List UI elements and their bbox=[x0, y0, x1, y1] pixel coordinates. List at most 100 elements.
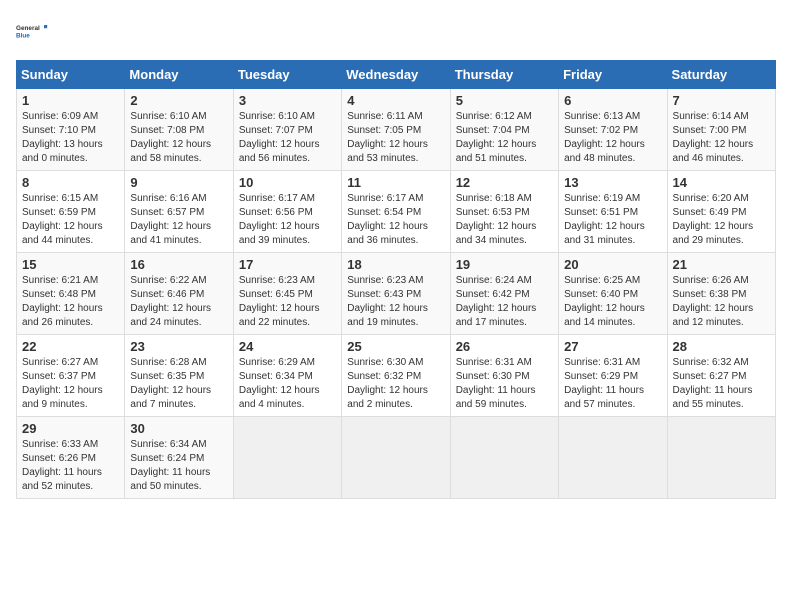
day-number: 10 bbox=[239, 175, 336, 190]
day-number: 3 bbox=[239, 93, 336, 108]
day-info: Sunrise: 6:11 AM Sunset: 7:05 PM Dayligh… bbox=[347, 110, 444, 166]
day-number: 29 bbox=[22, 421, 119, 436]
calendar-cell bbox=[559, 417, 667, 499]
day-number: 8 bbox=[22, 175, 119, 190]
day-number: 30 bbox=[130, 421, 227, 436]
day-number: 13 bbox=[564, 175, 661, 190]
day-info: Sunrise: 6:34 AM Sunset: 6:24 PM Dayligh… bbox=[130, 438, 227, 494]
col-header-thursday: Thursday bbox=[450, 61, 558, 89]
day-number: 22 bbox=[22, 339, 119, 354]
day-info: Sunrise: 6:27 AM Sunset: 6:37 PM Dayligh… bbox=[22, 356, 119, 412]
calendar-cell bbox=[233, 417, 341, 499]
day-number: 27 bbox=[564, 339, 661, 354]
day-info: Sunrise: 6:12 AM Sunset: 7:04 PM Dayligh… bbox=[456, 110, 553, 166]
calendar-cell: 21 Sunrise: 6:26 AM Sunset: 6:38 PM Dayli… bbox=[667, 253, 775, 335]
day-number: 15 bbox=[22, 257, 119, 272]
day-info: Sunrise: 6:23 AM Sunset: 6:43 PM Dayligh… bbox=[347, 274, 444, 330]
day-info: Sunrise: 6:32 AM Sunset: 6:27 PM Dayligh… bbox=[673, 356, 770, 412]
col-header-friday: Friday bbox=[559, 61, 667, 89]
day-info: Sunrise: 6:29 AM Sunset: 6:34 PM Dayligh… bbox=[239, 356, 336, 412]
calendar-cell: 5 Sunrise: 6:12 AM Sunset: 7:04 PM Daylig… bbox=[450, 89, 558, 171]
day-number: 5 bbox=[456, 93, 553, 108]
day-info: Sunrise: 6:23 AM Sunset: 6:45 PM Dayligh… bbox=[239, 274, 336, 330]
day-number: 11 bbox=[347, 175, 444, 190]
day-info: Sunrise: 6:17 AM Sunset: 6:56 PM Dayligh… bbox=[239, 192, 336, 248]
day-number: 17 bbox=[239, 257, 336, 272]
day-number: 1 bbox=[22, 93, 119, 108]
day-info: Sunrise: 6:16 AM Sunset: 6:57 PM Dayligh… bbox=[130, 192, 227, 248]
day-number: 25 bbox=[347, 339, 444, 354]
day-info: Sunrise: 6:25 AM Sunset: 6:40 PM Dayligh… bbox=[564, 274, 661, 330]
calendar-cell: 1 Sunrise: 6:09 AM Sunset: 7:10 PM Daylig… bbox=[17, 89, 125, 171]
calendar-cell: 15 Sunrise: 6:21 AM Sunset: 6:48 PM Dayli… bbox=[17, 253, 125, 335]
svg-text:General: General bbox=[16, 25, 40, 32]
col-header-saturday: Saturday bbox=[667, 61, 775, 89]
day-number: 24 bbox=[239, 339, 336, 354]
day-info: Sunrise: 6:20 AM Sunset: 6:49 PM Dayligh… bbox=[673, 192, 770, 248]
calendar-cell: 27 Sunrise: 6:31 AM Sunset: 6:29 PM Dayli… bbox=[559, 335, 667, 417]
day-number: 18 bbox=[347, 257, 444, 272]
calendar-cell: 30 Sunrise: 6:34 AM Sunset: 6:24 PM Dayli… bbox=[125, 417, 233, 499]
calendar-cell: 2Sunrise: 6:10 AM Sunset: 7:08 PM Daylig… bbox=[125, 89, 233, 171]
calendar-cell: 23 Sunrise: 6:28 AM Sunset: 6:35 PM Dayli… bbox=[125, 335, 233, 417]
col-header-wednesday: Wednesday bbox=[342, 61, 450, 89]
calendar-cell: 11 Sunrise: 6:17 AM Sunset: 6:54 PM Dayli… bbox=[342, 171, 450, 253]
svg-text:Blue: Blue bbox=[16, 32, 30, 39]
day-number: 7 bbox=[673, 93, 770, 108]
day-info: Sunrise: 6:09 AM Sunset: 7:10 PM Dayligh… bbox=[22, 110, 119, 166]
calendar-cell: 28 Sunrise: 6:32 AM Sunset: 6:27 PM Dayli… bbox=[667, 335, 775, 417]
day-info: Sunrise: 6:28 AM Sunset: 6:35 PM Dayligh… bbox=[130, 356, 227, 412]
calendar-cell: 25Sunrise: 6:30 AM Sunset: 6:32 PM Dayli… bbox=[342, 335, 450, 417]
calendar-cell: 24 Sunrise: 6:29 AM Sunset: 6:34 PM Dayli… bbox=[233, 335, 341, 417]
day-info: Sunrise: 6:26 AM Sunset: 6:38 PM Dayligh… bbox=[673, 274, 770, 330]
calendar-cell: 18 Sunrise: 6:23 AM Sunset: 6:43 PM Dayli… bbox=[342, 253, 450, 335]
day-info: Sunrise: 6:33 AM Sunset: 6:26 PM Dayligh… bbox=[22, 438, 119, 494]
day-number: 12 bbox=[456, 175, 553, 190]
day-number: 16 bbox=[130, 257, 227, 272]
calendar-cell: 29 Sunrise: 6:33 AM Sunset: 6:26 PM Dayli… bbox=[17, 417, 125, 499]
calendar-cell: 9 Sunrise: 6:16 AM Sunset: 6:57 PM Daylig… bbox=[125, 171, 233, 253]
day-info: Sunrise: 6:14 AM Sunset: 7:00 PM Dayligh… bbox=[673, 110, 770, 166]
calendar-cell bbox=[342, 417, 450, 499]
col-header-tuesday: Tuesday bbox=[233, 61, 341, 89]
day-info: Sunrise: 6:13 AM Sunset: 7:02 PM Dayligh… bbox=[564, 110, 661, 166]
day-info: Sunrise: 6:19 AM Sunset: 6:51 PM Dayligh… bbox=[564, 192, 661, 248]
calendar-cell: 3 Sunrise: 6:10 AM Sunset: 7:07 PM Daylig… bbox=[233, 89, 341, 171]
day-info: Sunrise: 6:18 AM Sunset: 6:53 PM Dayligh… bbox=[456, 192, 553, 248]
day-number: 21 bbox=[673, 257, 770, 272]
day-number: 6 bbox=[564, 93, 661, 108]
calendar-cell: 8 Sunrise: 6:15 AM Sunset: 6:59 PM Daylig… bbox=[17, 171, 125, 253]
calendar-cell: 6 Sunrise: 6:13 AM Sunset: 7:02 PM Daylig… bbox=[559, 89, 667, 171]
day-number: 20 bbox=[564, 257, 661, 272]
calendar-cell: 19 Sunrise: 6:24 AM Sunset: 6:42 PM Dayli… bbox=[450, 253, 558, 335]
col-header-sunday: Sunday bbox=[17, 61, 125, 89]
day-number: 9 bbox=[130, 175, 227, 190]
calendar-cell bbox=[450, 417, 558, 499]
day-info: Sunrise: 6:15 AM Sunset: 6:59 PM Dayligh… bbox=[22, 192, 119, 248]
calendar-cell: 20 Sunrise: 6:25 AM Sunset: 6:40 PM Dayli… bbox=[559, 253, 667, 335]
calendar-cell: 17 Sunrise: 6:23 AM Sunset: 6:45 PM Dayli… bbox=[233, 253, 341, 335]
day-info: Sunrise: 6:31 AM Sunset: 6:30 PM Dayligh… bbox=[456, 356, 553, 412]
calendar-cell: 26 Sunrise: 6:31 AM Sunset: 6:30 PM Dayli… bbox=[450, 335, 558, 417]
calendar-table: SundayMondayTuesdayWednesdayThursdayFrid… bbox=[16, 60, 776, 499]
day-info: Sunrise: 6:17 AM Sunset: 6:54 PM Dayligh… bbox=[347, 192, 444, 248]
calendar-cell: 13 Sunrise: 6:19 AM Sunset: 6:51 PM Dayli… bbox=[559, 171, 667, 253]
day-number: 23 bbox=[130, 339, 227, 354]
calendar-cell bbox=[667, 417, 775, 499]
day-info: Sunrise: 6:24 AM Sunset: 6:42 PM Dayligh… bbox=[456, 274, 553, 330]
day-info: Sunrise: 6:31 AM Sunset: 6:29 PM Dayligh… bbox=[564, 356, 661, 412]
col-header-monday: Monday bbox=[125, 61, 233, 89]
day-info: Sunrise: 6:10 AM Sunset: 7:07 PM Dayligh… bbox=[239, 110, 336, 166]
day-number: 26 bbox=[456, 339, 553, 354]
logo: General Blue bbox=[16, 16, 48, 48]
day-number: 19 bbox=[456, 257, 553, 272]
calendar-cell: 10 Sunrise: 6:17 AM Sunset: 6:56 PM Dayli… bbox=[233, 171, 341, 253]
calendar-cell: 4 Sunrise: 6:11 AM Sunset: 7:05 PM Daylig… bbox=[342, 89, 450, 171]
day-number: 4 bbox=[347, 93, 444, 108]
day-number: 28 bbox=[673, 339, 770, 354]
page-header: General Blue bbox=[16, 16, 776, 48]
calendar-cell: 12 Sunrise: 6:18 AM Sunset: 6:53 PM Dayli… bbox=[450, 171, 558, 253]
calendar-cell: 22 Sunrise: 6:27 AM Sunset: 6:37 PM Dayli… bbox=[17, 335, 125, 417]
day-info: Sunrise: 6:21 AM Sunset: 6:48 PM Dayligh… bbox=[22, 274, 119, 330]
calendar-cell: 14Sunrise: 6:20 AM Sunset: 6:49 PM Dayli… bbox=[667, 171, 775, 253]
